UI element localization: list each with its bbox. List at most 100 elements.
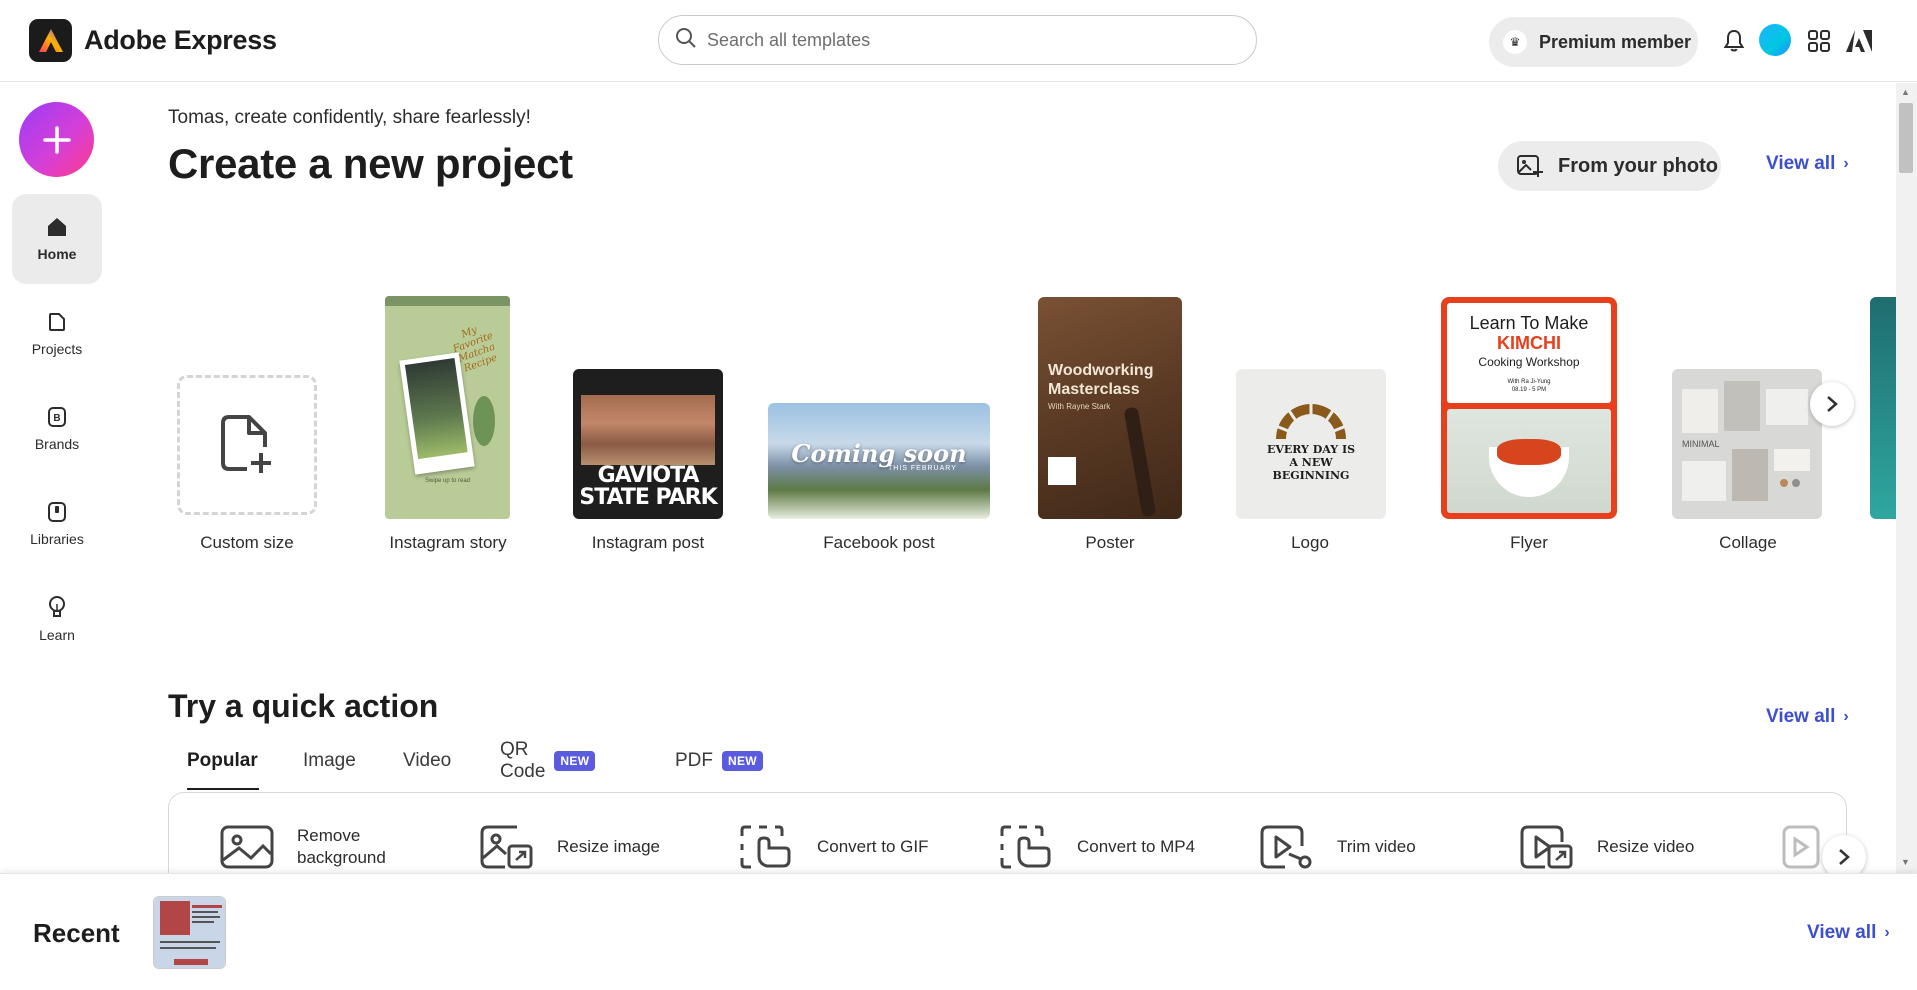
tab-label: Video [403, 750, 452, 771]
quick-action-label: Resize video [1597, 837, 1695, 856]
recent-project-thumbnail[interactable] [153, 896, 226, 969]
sidebar-item-label: Learn [39, 627, 75, 643]
avatar[interactable] [1759, 24, 1791, 56]
convert-mp4-icon [1000, 825, 1051, 869]
sidebar-item-label: Home [37, 246, 77, 262]
new-badge: NEW [722, 751, 763, 771]
tab-label: Popular [187, 750, 258, 771]
logo-thumbnail: EVERY DAY IS A NEW BEGINNING [1236, 369, 1386, 519]
adobe-logo-icon[interactable] [1844, 26, 1874, 56]
quick-action-convert-gif[interactable]: Convert to GIF [739, 824, 928, 870]
page-title: Create a new project [168, 140, 573, 187]
card-label: Custom size [200, 533, 294, 552]
thumb-sub: THIS FEBRUARY [888, 465, 957, 472]
new-badge: NEW [554, 751, 596, 771]
premium-member-button[interactable]: ♛ Premium member [1489, 17, 1698, 67]
card-label: Poster [1085, 533, 1135, 552]
scroll-down-arrow-icon[interactable]: ▼ [1901, 857, 1910, 867]
flyer-thumbnail: Learn To Make KIMCHI Cooking Workshop Wi… [1441, 297, 1617, 519]
vertical-scrollbar[interactable]: ▲ ▼ [1896, 83, 1917, 873]
quick-action-title: Try a quick action [168, 688, 439, 724]
video-icon [1782, 825, 1820, 869]
from-photo-label: From your photo [1558, 154, 1718, 177]
quick-action-trim-video[interactable]: Trim video [1259, 824, 1416, 870]
quick-action-label: Convert to MP4 [1077, 837, 1196, 856]
search-icon [675, 27, 697, 54]
from-your-photo-button[interactable]: From your photo [1498, 141, 1721, 191]
convert-gif-icon [740, 825, 791, 869]
lightbulb-icon [49, 596, 65, 617]
adobe-express-logo-icon [29, 19, 72, 62]
quick-action-partial[interactable] [1781, 824, 1821, 870]
quick-action-view-all-link[interactable]: View all › [1766, 706, 1849, 728]
apps-grid-icon[interactable] [1804, 26, 1834, 56]
scroll-up-arrow-icon[interactable]: ▲ [1901, 87, 1910, 97]
thumb-text: Woodworking Masterclass [1048, 362, 1154, 398]
tab-label: Image [303, 750, 356, 771]
thumb-text: GAVIOTA STATE PARK [579, 463, 717, 510]
sidebar-item-home[interactable]: Home [12, 194, 102, 284]
sidebar-item-libraries[interactable]: Libraries [12, 479, 102, 569]
sidebar-item-brands[interactable]: B Brands [12, 384, 102, 474]
card-label: Flyer [1510, 533, 1548, 552]
create-view-all-link[interactable]: View all › [1766, 153, 1849, 175]
quick-action-convert-mp4[interactable]: Convert to MP4 [999, 824, 1195, 870]
scrollbar-thumb[interactable] [1899, 103, 1913, 173]
app-name: Adobe Express [84, 25, 277, 55]
create-new-button[interactable] [19, 102, 94, 177]
quick-action-label: Remove background [297, 826, 386, 867]
thumb-sub: Swipe up to read [424, 478, 471, 484]
quick-action-remove-background[interactable]: Remove background [219, 824, 397, 870]
app-brand[interactable]: Adobe Express [29, 19, 277, 62]
thumb-meta: With Ra Ji-Yung [1507, 379, 1551, 385]
tab-label: PDF [675, 750, 713, 771]
custom-size-icon [177, 375, 317, 515]
carousel-next-button[interactable] [1810, 382, 1854, 426]
tab-pdf[interactable]: PDF NEW [675, 747, 763, 775]
bell-icon[interactable] [1719, 26, 1749, 56]
left-rail: Home Projects B Brands Libraries Learn [0, 83, 112, 873]
resize-image-icon [480, 825, 533, 869]
card-label: Instagram story [389, 533, 507, 552]
recent-view-all-link[interactable]: View all › [1807, 922, 1890, 944]
view-all-label: View all [1807, 922, 1877, 943]
chevron-right-icon [1827, 396, 1838, 412]
sidebar-item-label: Brands [34, 436, 80, 452]
card-label: Logo [1291, 533, 1329, 552]
resize-video-icon [1520, 825, 1573, 869]
chevron-right-icon: › [1843, 155, 1849, 172]
tab-video[interactable]: Video [403, 747, 451, 775]
collage-thumbnail: MINIMAL [1672, 369, 1822, 519]
premium-label: Premium member [1539, 31, 1692, 52]
top-bar: Adobe Express ♛ Premium member [0, 0, 1917, 82]
home-icon [48, 218, 66, 236]
tab-image[interactable]: Image [303, 747, 356, 775]
chevron-right-icon [1839, 849, 1850, 865]
instagram-post-thumbnail: GAVIOTA STATE PARK [573, 369, 723, 519]
tab-label: QR Code [500, 739, 546, 782]
quick-action-label: Resize image [557, 837, 660, 856]
search-bar[interactable] [658, 15, 1257, 65]
tab-qr-code[interactable]: QR Code NEW [500, 739, 596, 782]
thumb-sub: With Rayne Stark [1048, 402, 1111, 411]
sidebar-item-projects[interactable]: Projects [12, 289, 102, 379]
quick-action-label: Trim video [1337, 837, 1416, 856]
instagram-story-thumbnail: My Favorite Matcha Recipe Swipe up to re… [385, 296, 510, 519]
crown-icon: ♛ [1503, 30, 1527, 54]
search-input[interactable] [707, 29, 1227, 51]
card-label: Collage [1719, 533, 1777, 552]
chevron-right-icon: › [1884, 924, 1890, 941]
tab-popular[interactable]: Popular [187, 747, 258, 775]
chevron-right-icon: › [1843, 708, 1849, 725]
greeting-text: Tomas, create confidently, share fearles… [168, 107, 531, 128]
remove-background-icon [220, 825, 274, 869]
image-add-icon [1517, 155, 1543, 177]
quick-action-resize-video[interactable]: Resize video [1519, 824, 1694, 870]
svg-text:B: B [53, 413, 60, 424]
thumb-sub: Cooking Workshop [1478, 355, 1580, 369]
thumb-text: Learn To Make [1469, 313, 1589, 333]
quick-action-resize-image[interactable]: Resize image [479, 824, 660, 870]
trim-video-icon [1260, 825, 1312, 869]
sidebar-item-learn[interactable]: Learn [12, 574, 102, 664]
recent-title: Recent [33, 918, 120, 948]
